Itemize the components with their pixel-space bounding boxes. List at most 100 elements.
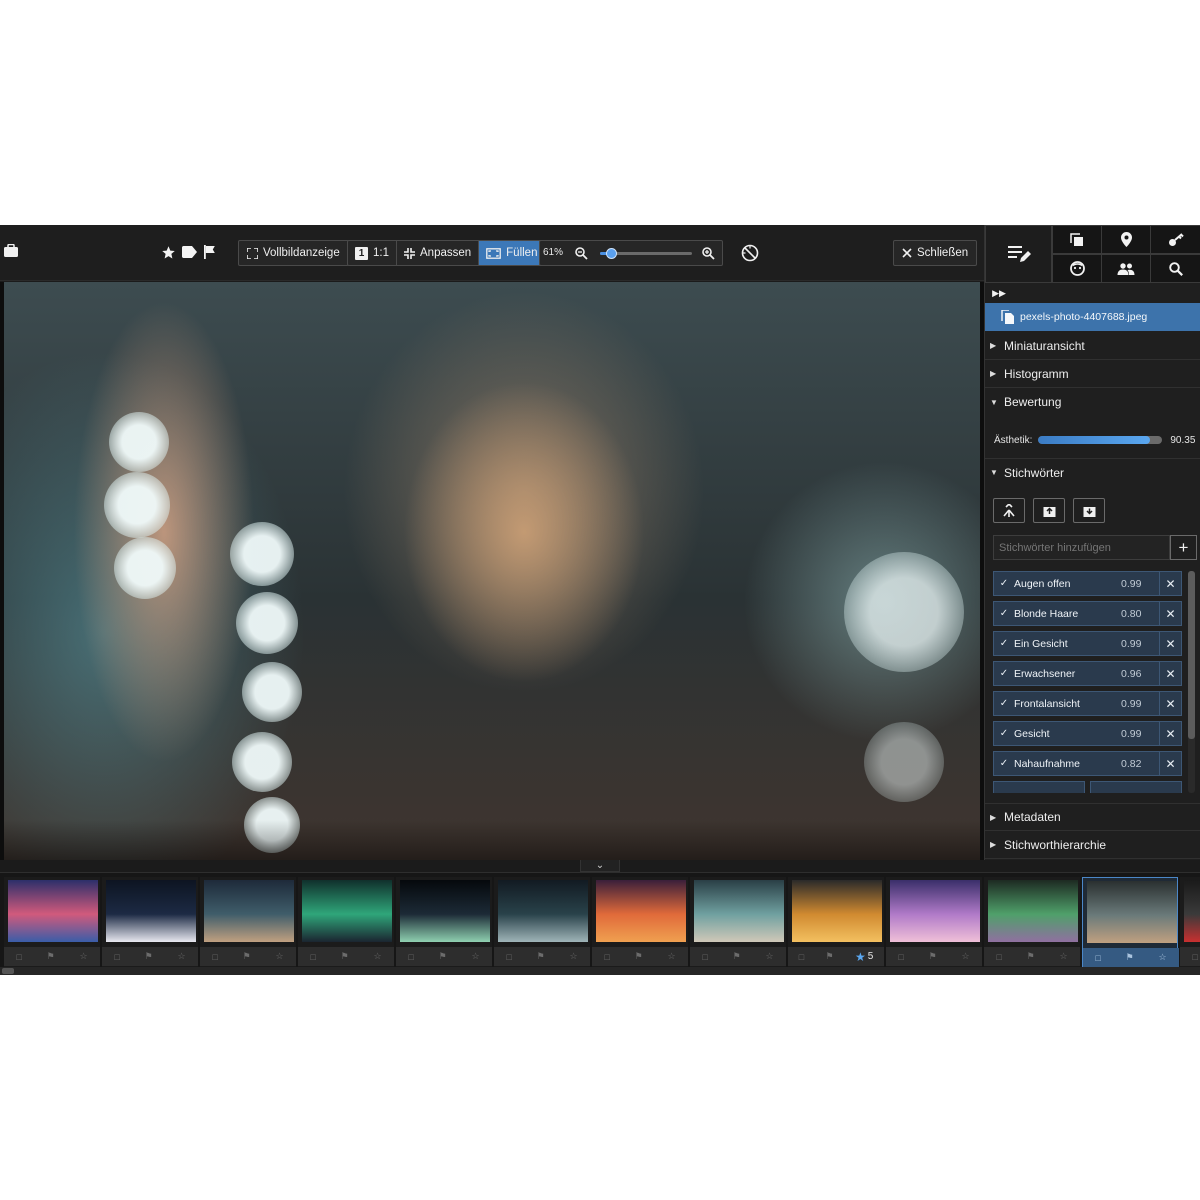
filmstrip-thumbnail[interactable]: □⚑☆: [494, 877, 590, 969]
thumbnail-flag-icon[interactable]: ⚑: [439, 951, 447, 962]
thumbnail-flag-icon[interactable]: ⚑: [635, 951, 643, 962]
filmstrip-thumbnail[interactable]: □ ⚑ ☆: [298, 877, 394, 969]
filmstrip-thumbnail[interactable]: □ ⚑ ☆: [592, 877, 688, 969]
tab-people[interactable]: [1101, 254, 1151, 283]
fill-button[interactable]: Füllen: [479, 241, 545, 265]
add-keyword-button[interactable]: +: [1170, 535, 1197, 560]
zoom-slider[interactable]: [600, 248, 692, 259]
keyword-chip[interactable]: ✓ Ein Gesicht 0.99 ✕: [993, 631, 1182, 656]
tab-keys[interactable]: [1150, 225, 1200, 254]
thumbnail-star-icon[interactable]: ☆: [962, 951, 970, 962]
thumbnail-checkbox-icon[interactable]: □: [16, 952, 21, 962]
thumbnail-star-icon[interactable]: ☆: [766, 951, 774, 962]
zoom-in-icon[interactable]: [701, 246, 715, 260]
keyword-chip[interactable]: ✓ Nahaufnahme 0.82 ✕: [993, 751, 1182, 776]
remove-keyword-icon[interactable]: ✕: [1159, 692, 1181, 715]
keyword-chip[interactable]: ✓ Frontalansicht 0.99 ✕: [993, 691, 1182, 716]
thumbnail-checkbox-icon[interactable]: □: [898, 952, 903, 962]
thumbnail-flag-icon[interactable]: ⚑: [145, 951, 153, 962]
tab-duplicates[interactable]: [1052, 225, 1102, 254]
keyword-import-button[interactable]: [1033, 498, 1065, 523]
thumbnail-flag-icon[interactable]: ⚑: [826, 951, 834, 962]
section-histogram[interactable]: ▶ Histogramm: [985, 360, 1200, 388]
thumbnail-star-icon[interactable]: ☆: [472, 951, 480, 962]
filmstrip-toggle[interactable]: ⌄: [580, 860, 620, 872]
tab-faces[interactable]: [1052, 254, 1102, 283]
thumbnail-star-icon[interactable]: ☆: [178, 951, 186, 962]
filmstrip-thumbnail[interactable]: □⚑☆: [1180, 877, 1200, 969]
keyword-scrollbar[interactable]: [1188, 571, 1195, 793]
briefcase-icon[interactable]: [2, 242, 20, 260]
thumbnail-checkbox-icon[interactable]: □: [604, 952, 609, 962]
remove-keyword-icon[interactable]: ✕: [1159, 722, 1181, 745]
close-button[interactable]: Schließen: [893, 240, 978, 266]
thumbnail-checkbox-icon[interactable]: □: [408, 952, 413, 962]
filmstrip-thumbnail[interactable]: □ ⚑ ☆: [1082, 877, 1179, 969]
thumbnail-checkbox-icon[interactable]: □: [1095, 953, 1100, 963]
thumbnail-checkbox-icon[interactable]: □: [702, 952, 707, 962]
keyword-chip-partial[interactable]: [1090, 781, 1182, 793]
filmstrip-thumbnail[interactable]: □ ⚑ ☆: [200, 877, 296, 969]
thumbnail-star-icon[interactable]: ☆: [374, 951, 382, 962]
filmstrip-thumbnail[interactable]: □ ⚑ ☆: [102, 877, 198, 969]
thumbnail-checkbox-icon[interactable]: □: [799, 952, 804, 962]
remove-keyword-icon[interactable]: ✕: [1159, 602, 1181, 625]
keyword-chip[interactable]: ✓ Augen offen 0.99 ✕: [993, 571, 1182, 596]
thumbnail-checkbox-icon[interactable]: □: [212, 952, 217, 962]
filmstrip-scrollbar[interactable]: [0, 967, 1200, 975]
remove-keyword-icon[interactable]: ✕: [1159, 572, 1181, 595]
thumbnail-star-icon[interactable]: ☆: [1159, 952, 1167, 963]
flag-icon[interactable]: [201, 244, 217, 260]
filmstrip-thumbnail[interactable]: □ ⚑ ☆: [4, 877, 100, 969]
section-rating[interactable]: ▼ Bewertung: [985, 388, 1200, 416]
double-chevron-right-icon[interactable]: ▶▶: [992, 287, 1006, 299]
thumbnail-checkbox-icon[interactable]: □: [1192, 952, 1197, 962]
thumbnail-flag-icon[interactable]: ⚑: [733, 951, 741, 962]
section-hierarchy[interactable]: ▶ Stichworthierarchie: [985, 831, 1200, 859]
thumbnail-star-icon[interactable]: ☆: [1060, 951, 1068, 962]
thumbnail-flag-icon[interactable]: ⚑: [47, 951, 55, 962]
thumbnail-flag-icon[interactable]: ⚑: [1126, 952, 1134, 963]
thumbnail-flag-icon[interactable]: ⚑: [1027, 951, 1035, 962]
rotate-icon[interactable]: [740, 243, 760, 263]
thumbnail-flag-icon[interactable]: ⚑: [537, 951, 545, 962]
filmstrip-thumbnail[interactable]: □ ⚑ ☆: [396, 877, 492, 969]
one-to-one-button[interactable]: 1 1:1: [348, 241, 397, 265]
tab-location[interactable]: [1101, 225, 1151, 254]
keyword-scrollbar-thumb[interactable]: [1188, 571, 1195, 739]
thumbnail-star-icon[interactable]: ☆: [668, 951, 676, 962]
thumbnail-star-icon[interactable]: ☆: [276, 951, 284, 962]
filmstrip-thumbnail[interactable]: □ ⚑ ★ 5: [788, 877, 884, 969]
remove-keyword-icon[interactable]: ✕: [1159, 632, 1181, 655]
filmstrip-scrollbar-thumb[interactable]: [2, 968, 14, 974]
keyword-export-button[interactable]: [1073, 498, 1105, 523]
filmstrip-thumbnail[interactable]: □ ⚑ ☆: [886, 877, 982, 969]
current-file[interactable]: pexels-photo-4407688.jpeg: [985, 303, 1200, 331]
keyword-chip[interactable]: ✓ Erwachsener 0.96 ✕: [993, 661, 1182, 686]
filmstrip-thumbnail[interactable]: □ ⚑ ☆: [984, 877, 1080, 969]
keyword-chip[interactable]: ✓ Blonde Haare 0.80 ✕: [993, 601, 1182, 626]
keyword-chip[interactable]: ✓ Gesicht 0.99 ✕: [993, 721, 1182, 746]
keyword-input[interactable]: [993, 535, 1170, 560]
filmstrip-thumbnail[interactable]: □ ⚑ ☆: [690, 877, 786, 969]
thumbnail-flag-icon[interactable]: ⚑: [243, 951, 251, 962]
thumbnail-flag-icon[interactable]: ⚑: [929, 951, 937, 962]
thumbnail-checkbox-icon[interactable]: □: [114, 952, 119, 962]
thumbnail-flag-icon[interactable]: ⚑: [341, 951, 349, 962]
remove-keyword-icon[interactable]: ✕: [1159, 662, 1181, 685]
tab-search[interactable]: [1150, 254, 1200, 283]
section-thumbnail[interactable]: ▶ Miniaturansicht: [985, 332, 1200, 360]
tag-icon[interactable]: [181, 244, 197, 260]
thumbnail-rating[interactable]: ★ 5: [855, 950, 873, 964]
thumbnail-checkbox-icon[interactable]: □: [310, 952, 315, 962]
zoom-slider-handle[interactable]: [606, 248, 618, 259]
thumbnail-checkbox-icon[interactable]: □: [996, 952, 1001, 962]
keyword-merge-button[interactable]: [993, 498, 1025, 523]
fit-button[interactable]: Anpassen: [397, 241, 480, 265]
remove-keyword-icon[interactable]: ✕: [1159, 752, 1181, 775]
star-icon[interactable]: [160, 244, 176, 260]
thumbnail-star-icon[interactable]: ☆: [570, 951, 578, 962]
image-viewer[interactable]: [0, 282, 984, 860]
thumbnail-star-icon[interactable]: ☆: [80, 951, 88, 962]
zoom-out-icon[interactable]: [574, 246, 588, 260]
